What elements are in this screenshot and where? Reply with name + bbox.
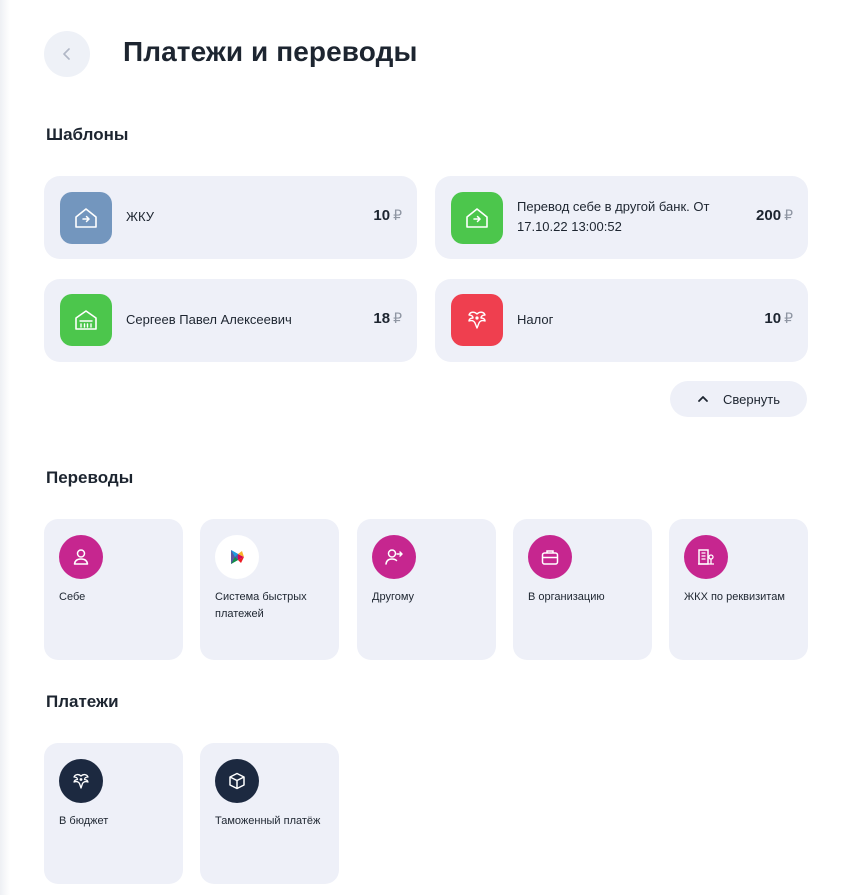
template-amount: 18 ₽ xyxy=(373,310,402,327)
transfer-tile-other[interactable]: Другому xyxy=(357,519,496,660)
chevron-up-icon xyxy=(698,396,708,402)
tile-label: Другому xyxy=(372,591,415,603)
tile-label: Таможенный платёж xyxy=(215,815,321,827)
template-card-tax[interactable]: Налог 10 ₽ xyxy=(435,279,808,362)
sbp-logo-icon xyxy=(231,550,244,564)
template-amount: 10 ₽ xyxy=(373,207,402,224)
building-icon xyxy=(698,549,714,565)
template-icon-box xyxy=(451,294,503,346)
tile-icon-circle xyxy=(59,535,103,579)
briefcase-icon xyxy=(541,550,559,565)
left-border xyxy=(0,0,10,895)
tile-label: В бюджет xyxy=(59,815,109,827)
tile-label: ЖКХ по реквизитам xyxy=(684,591,785,603)
house-arrow-icon xyxy=(75,208,97,228)
template-card-zhku[interactable]: ЖКУ 10 ₽ xyxy=(44,176,417,259)
template-icon-box xyxy=(60,294,112,346)
template-name: Налог xyxy=(517,312,554,327)
template-card-person[interactable]: Сергеев Павел Алексеевич 18 ₽ xyxy=(44,279,417,362)
templates-section-title: Шаблоны xyxy=(46,125,129,144)
template-card-self-transfer[interactable]: Перевод себе в другой банк. От 17.10.22 … xyxy=(435,176,808,259)
payment-tile-budget[interactable]: В бюджет xyxy=(44,743,183,884)
template-amount: 200 ₽ xyxy=(756,207,793,224)
tile-icon-circle xyxy=(528,535,572,579)
tile-label: Себе xyxy=(59,591,86,603)
person-arrow-icon xyxy=(385,549,403,565)
person-icon xyxy=(73,549,89,565)
bank-icon xyxy=(75,310,97,330)
template-name: Перевод себе в другой банк. От 17.10.22 … xyxy=(517,199,710,234)
transfers-section-title: Переводы xyxy=(46,468,134,487)
template-icon-box xyxy=(451,192,503,244)
tile-icon-circle xyxy=(215,759,259,803)
template-amount: 10 ₽ xyxy=(764,310,793,327)
emblem-icon xyxy=(468,311,486,329)
house-arrow-icon xyxy=(466,208,488,228)
emblem-icon xyxy=(73,773,89,789)
template-name: ЖКУ xyxy=(126,209,154,224)
tile-label: Система быстрых платежей xyxy=(215,591,307,620)
template-icon-box xyxy=(60,192,112,244)
transfer-tile-self[interactable]: Себе xyxy=(44,519,183,660)
box-icon xyxy=(229,772,245,790)
transfer-tile-sbp[interactable]: Система быстрых платежей xyxy=(200,519,339,660)
chevron-left-icon xyxy=(63,48,70,60)
transfer-tile-zhkh-requisites[interactable]: ЖКХ по реквизитам xyxy=(669,519,808,660)
tile-icon-circle xyxy=(684,535,728,579)
back-button[interactable] xyxy=(44,31,90,77)
tile-icon-circle xyxy=(59,759,103,803)
transfer-tile-organization[interactable]: В организацию xyxy=(513,519,652,660)
page-title: Платежи и переводы xyxy=(123,36,418,67)
payment-tile-customs[interactable]: Таможенный платёж xyxy=(200,743,339,884)
tile-icon-circle xyxy=(372,535,416,579)
tile-icon-circle xyxy=(215,535,259,579)
tile-label: В организацию xyxy=(528,591,605,603)
collapse-button[interactable]: Свернуть xyxy=(670,381,807,417)
template-name: Сергеев Павел Алексеевич xyxy=(126,312,292,327)
collapse-label: Свернуть xyxy=(722,391,780,407)
payments-section-title: Платежи xyxy=(46,692,119,711)
